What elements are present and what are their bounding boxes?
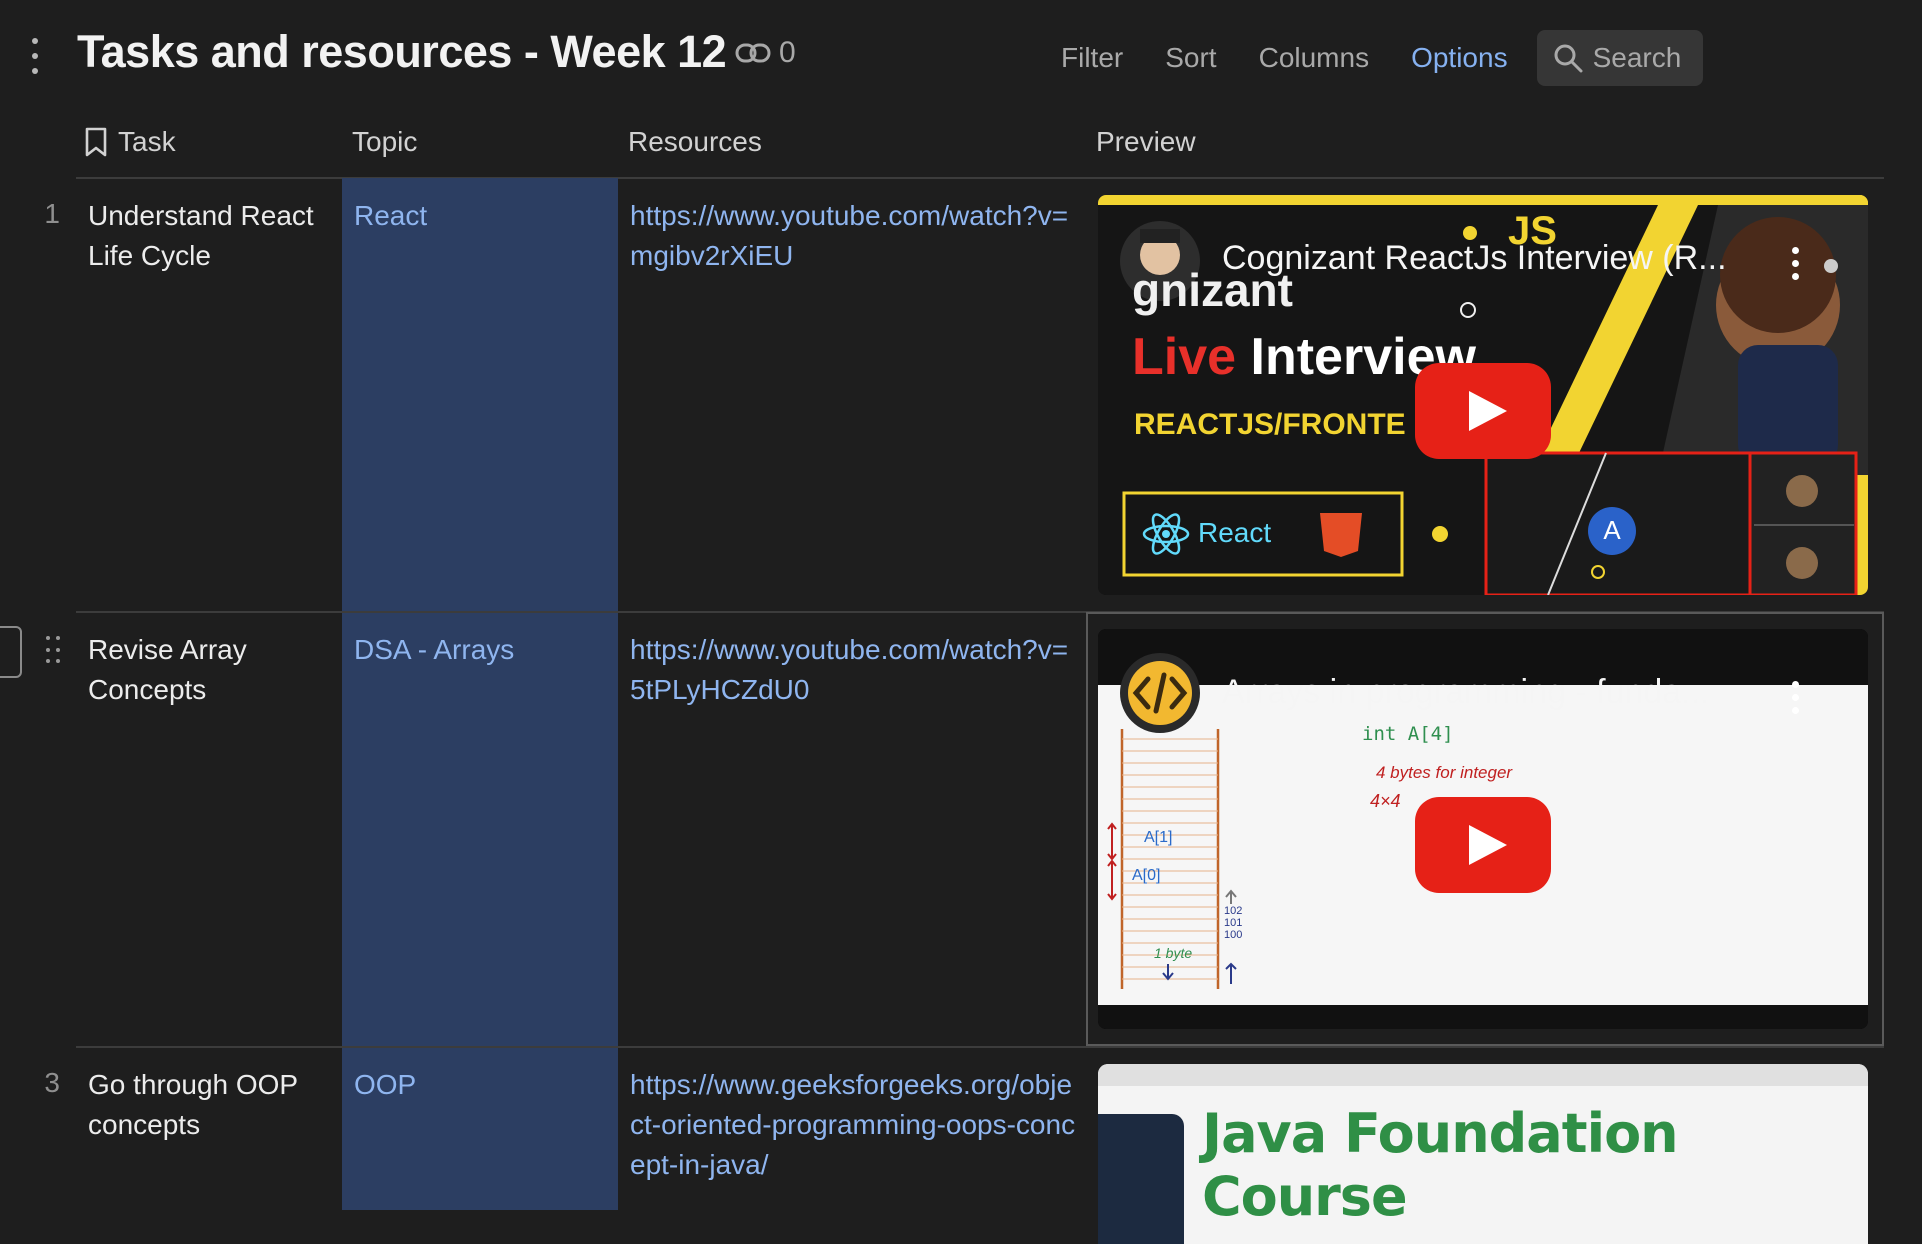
preview-top-bar bbox=[1098, 1064, 1868, 1086]
search-label: Search bbox=[1592, 42, 1682, 73]
resource-link[interactable]: https://www.youtube.com/watch?v=mgibv2rX… bbox=[630, 196, 1080, 276]
table-row[interactable]: 1 Understand React Life Cycle React http… bbox=[0, 178, 1922, 612]
video-indicator-dot bbox=[1824, 259, 1838, 273]
preview-title: Java Foundation Course bbox=[1202, 1102, 1679, 1228]
overlay-brand-text: gnizant bbox=[1132, 264, 1293, 316]
column-header-task[interactable]: Task bbox=[84, 126, 176, 158]
note-bytes: 4 bytes for integer bbox=[1376, 763, 1513, 782]
cell-label-0: A[0] bbox=[1132, 867, 1161, 884]
row-number: 3 bbox=[44, 1067, 60, 1098]
cell-label-1: A[1] bbox=[1144, 829, 1173, 846]
video-title: Cognizant ReactJs Interview (R... bbox=[1222, 239, 1727, 277]
address-labels: 102 101 100 bbox=[1224, 905, 1243, 941]
youtube-play-icon[interactable] bbox=[1415, 363, 1551, 459]
page-title: Tasks and resources - Week 12 bbox=[77, 26, 727, 77]
filter-button[interactable]: Filter bbox=[1040, 30, 1144, 86]
options-button[interactable]: Options bbox=[1390, 30, 1529, 86]
link-preview[interactable]: Java Foundation Course bbox=[1098, 1064, 1868, 1244]
byte-label: 1 byte bbox=[1154, 945, 1193, 961]
overlay-subtitle: REACTJS/FRONTE bbox=[1134, 408, 1406, 441]
video-preview[interactable]: Cognizant ReactJs Interview (R... gnizan… bbox=[1098, 195, 1868, 595]
view-toolbar: Filter Sort Columns Options Search bbox=[1040, 30, 1704, 86]
resource-link[interactable]: https://www.geeksforgeeks.org/object-ori… bbox=[630, 1065, 1080, 1185]
header: Tasks and resources - Week 12 0 Filter S… bbox=[0, 0, 1922, 110]
columns-button[interactable]: Columns bbox=[1238, 30, 1390, 86]
note-multiply: 4×4 bbox=[1370, 791, 1401, 811]
topic-cell[interactable]: OOP bbox=[354, 1065, 416, 1105]
video-menu-icon[interactable] bbox=[1792, 681, 1800, 714]
search-icon bbox=[1554, 44, 1583, 73]
topic-cell[interactable]: React bbox=[354, 196, 427, 236]
video-menu-icon[interactable] bbox=[1792, 247, 1800, 280]
overlay-react-label: React bbox=[1198, 517, 1272, 548]
preview-thumbnail-image bbox=[1098, 1114, 1184, 1244]
task-cell[interactable]: Go through OOP concepts bbox=[88, 1065, 338, 1145]
table-row[interactable]: 3 Go through OOP concepts OOP https://ww… bbox=[0, 1047, 1922, 1244]
search-button[interactable]: Search bbox=[1536, 30, 1704, 86]
sort-button[interactable]: Sort bbox=[1144, 30, 1237, 86]
task-cell[interactable]: Understand React Life Cycle bbox=[88, 196, 338, 276]
overlay-avatar-letter: A bbox=[1603, 515, 1621, 545]
backlinks-count: 0 bbox=[779, 36, 796, 69]
column-header-preview[interactable]: Preview bbox=[1096, 126, 1196, 158]
backlinks-counter[interactable]: 0 bbox=[735, 36, 796, 70]
column-header-resources[interactable]: Resources bbox=[628, 126, 762, 158]
table-row[interactable]: Revise Array Concepts DSA - Arrays https… bbox=[0, 612, 1922, 1046]
drag-handle-icon[interactable] bbox=[46, 636, 62, 668]
video-title: Arrays in programming - funda... bbox=[1222, 673, 1710, 711]
more-options-icon[interactable] bbox=[28, 38, 42, 74]
resource-link[interactable]: https://www.youtube.com/watch?v=5tPLyHCZ… bbox=[630, 630, 1080, 710]
row-number: 1 bbox=[44, 198, 60, 229]
column-headers: Task Topic Resources Preview bbox=[0, 118, 1922, 178]
topic-cell[interactable]: DSA - Arrays bbox=[354, 630, 514, 670]
link-icon bbox=[735, 43, 771, 63]
video-preview[interactable]: Arrays in programming - funda... int A[4… bbox=[1098, 629, 1868, 1029]
task-cell[interactable]: Revise Array Concepts bbox=[88, 630, 338, 710]
youtube-play-icon[interactable] bbox=[1415, 797, 1551, 893]
note-declaration: int A[4] bbox=[1362, 723, 1454, 745]
column-header-topic[interactable]: Topic bbox=[352, 126, 417, 158]
open-row-icon[interactable] bbox=[0, 626, 22, 678]
bookmark-icon bbox=[85, 127, 107, 157]
overlay-js-text: JS bbox=[1508, 209, 1557, 253]
